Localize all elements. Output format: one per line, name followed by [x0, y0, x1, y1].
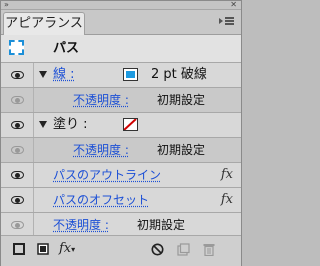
effect-offset-link[interactable]: パスのオフセット: [53, 188, 149, 212]
panel-menu-icon[interactable]: [219, 15, 235, 29]
fill-row[interactable]: 塗り :: [1, 113, 241, 138]
visibility-eye-icon[interactable]: [11, 121, 24, 129]
add-new-effect-icon[interactable]: fx▾: [59, 241, 75, 256]
stroke-row[interactable]: 線 : 2 pt 破線: [1, 63, 241, 88]
disclosure-triangle-icon[interactable]: [39, 71, 47, 78]
appearance-panel: » ✕ アピアランス パス 線 : 2 pt 破線 不透明度 : 初期設定 塗り…: [0, 0, 242, 266]
stroke-label-link[interactable]: 線 :: [53, 63, 75, 87]
object-opacity-link[interactable]: 不透明度 :: [53, 213, 109, 237]
disclosure-triangle-icon[interactable]: [39, 121, 47, 128]
stroke-weight-value: 2 pt 破線: [151, 67, 207, 82]
panel-bottom-toolbar: fx▾: [1, 235, 241, 266]
close-panel-icon[interactable]: ✕: [230, 1, 237, 9]
stroke-opacity-row[interactable]: 不透明度 : 初期設定: [1, 88, 241, 113]
stroke-color-swatch[interactable]: [123, 68, 138, 81]
fill-none-swatch[interactable]: [123, 118, 138, 131]
object-type-label: パス: [53, 41, 80, 56]
panel-tab-row: アピアランス: [1, 10, 241, 35]
fill-opacity-link[interactable]: 不透明度 :: [73, 138, 129, 162]
visibility-eye-icon: [11, 221, 24, 229]
effect-row[interactable]: パスのオフセット fx: [1, 188, 241, 213]
path-thumbnail-icon: [9, 40, 24, 55]
effect-outline-link[interactable]: パスのアウトライン: [53, 163, 161, 187]
tab-appearance[interactable]: アピアランス: [3, 12, 85, 35]
fill-opacity-row[interactable]: 不透明度 : 初期設定: [1, 138, 241, 163]
panel-top-bar: » ✕: [1, 1, 241, 10]
add-new-stroke-icon[interactable]: [13, 243, 25, 258]
fill-opacity-value: 初期設定: [157, 143, 206, 157]
delete-item-icon[interactable]: [203, 243, 215, 259]
appearance-list: パス 線 : 2 pt 破線 不透明度 : 初期設定 塗り : 不透明度 : 初…: [1, 35, 241, 238]
effect-row[interactable]: パスのアウトライン fx: [1, 163, 241, 188]
visibility-eye-icon: [11, 96, 24, 104]
fill-label: 塗り :: [53, 117, 88, 132]
stroke-opacity-link[interactable]: 不透明度 :: [73, 88, 129, 112]
object-header-row[interactable]: パス: [1, 35, 241, 63]
fx-icon: fx: [220, 192, 233, 207]
clear-appearance-icon[interactable]: [151, 243, 164, 259]
stroke-opacity-value: 初期設定: [157, 93, 206, 107]
duplicate-item-icon[interactable]: [177, 243, 190, 259]
add-new-fill-icon[interactable]: [37, 243, 49, 258]
collapse-panel-icon[interactable]: »: [4, 1, 9, 9]
visibility-eye-icon[interactable]: [11, 71, 24, 79]
visibility-eye-icon[interactable]: [11, 196, 24, 204]
visibility-eye-icon[interactable]: [11, 171, 24, 179]
visibility-eye-icon: [11, 146, 24, 154]
object-opacity-value: 初期設定: [137, 218, 186, 232]
fx-icon: fx: [220, 167, 233, 182]
